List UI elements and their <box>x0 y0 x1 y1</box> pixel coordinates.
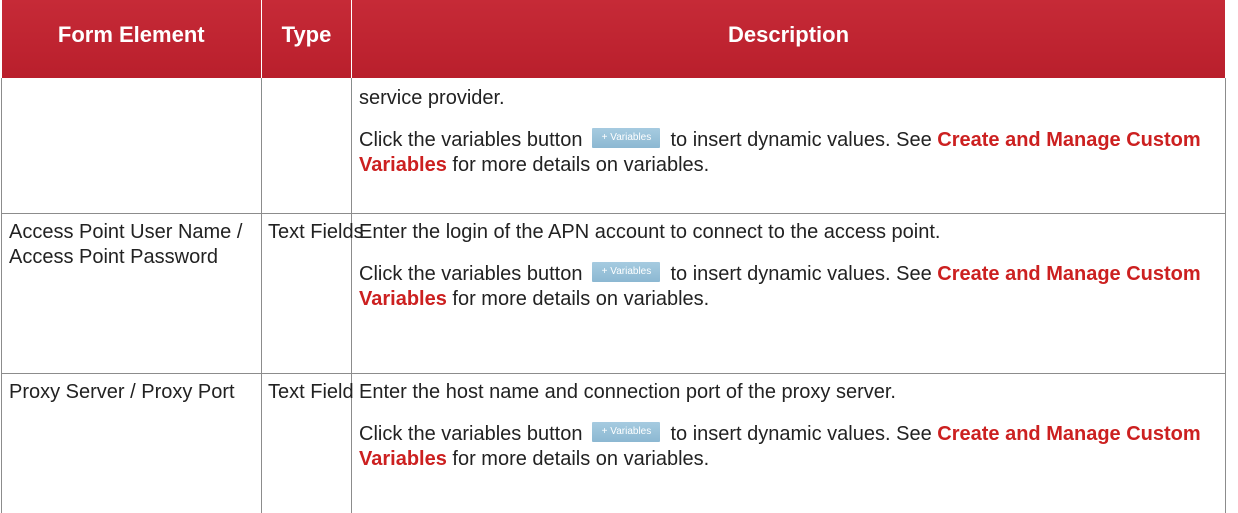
form-element-cell: Proxy Server / Proxy Port <box>1 372 262 513</box>
table-row: service provider. Click the variables bu… <box>1 78 1226 214</box>
variables-button[interactable]: + Variables <box>592 128 661 148</box>
description-text: Enter the host name and connection port … <box>359 380 896 403</box>
table-row: Access Point User Name / Access Point Pa… <box>1 212 1226 374</box>
form-element-cell <box>1 78 262 214</box>
variables-paragraph: Click the variables button + Variables to … <box>359 261 1217 312</box>
header-type: Type <box>261 0 352 78</box>
variables-paragraph: Click the variables button + Variables to … <box>359 128 1217 178</box>
header-form-element: Form Element <box>1 0 262 78</box>
type-cell: Text Fields <box>261 212 364 374</box>
link-suffix-text: for more details on variables. <box>452 154 710 176</box>
click-prefix-text: Click the variables button <box>359 262 583 285</box>
header-description: Description <box>351 0 1226 78</box>
link-suffix-text: for more details on variables. <box>452 287 710 310</box>
description-text: Enter the login of the APN account to co… <box>359 220 941 243</box>
click-suffix-text: to insert dynamic values. See <box>670 129 932 151</box>
click-suffix-text: to insert dynamic values. See <box>670 262 932 285</box>
click-prefix-text: Click the variables button <box>359 129 583 151</box>
table-header-row: Form Element Type Description <box>1 0 1226 78</box>
variables-button[interactable]: + Variables <box>592 421 661 442</box>
type-cell: Text Field <box>261 372 354 513</box>
description-cell: Enter the login of the APN account to co… <box>351 212 1226 374</box>
link-suffix-text: for more details on variables. <box>452 447 710 470</box>
description-cell: service provider. Click the variables bu… <box>351 78 1226 214</box>
description-cell: Enter the host name and connection port … <box>351 372 1226 513</box>
click-suffix-text: to insert dynamic values. See <box>670 422 932 445</box>
table-row: Proxy Server / Proxy Port Text Field Ent… <box>1 372 1226 513</box>
variables-paragraph: Click the variables button + Variables to … <box>359 421 1217 472</box>
form-element-cell: Access Point User Name / Access Point Pa… <box>1 212 262 374</box>
type-cell <box>261 78 352 214</box>
variables-button[interactable]: + Variables <box>592 261 661 282</box>
click-prefix-text: Click the variables button <box>359 422 583 445</box>
form-elements-table: Form Element Type Description service pr… <box>1 0 1226 513</box>
description-text: service provider. <box>359 87 505 109</box>
